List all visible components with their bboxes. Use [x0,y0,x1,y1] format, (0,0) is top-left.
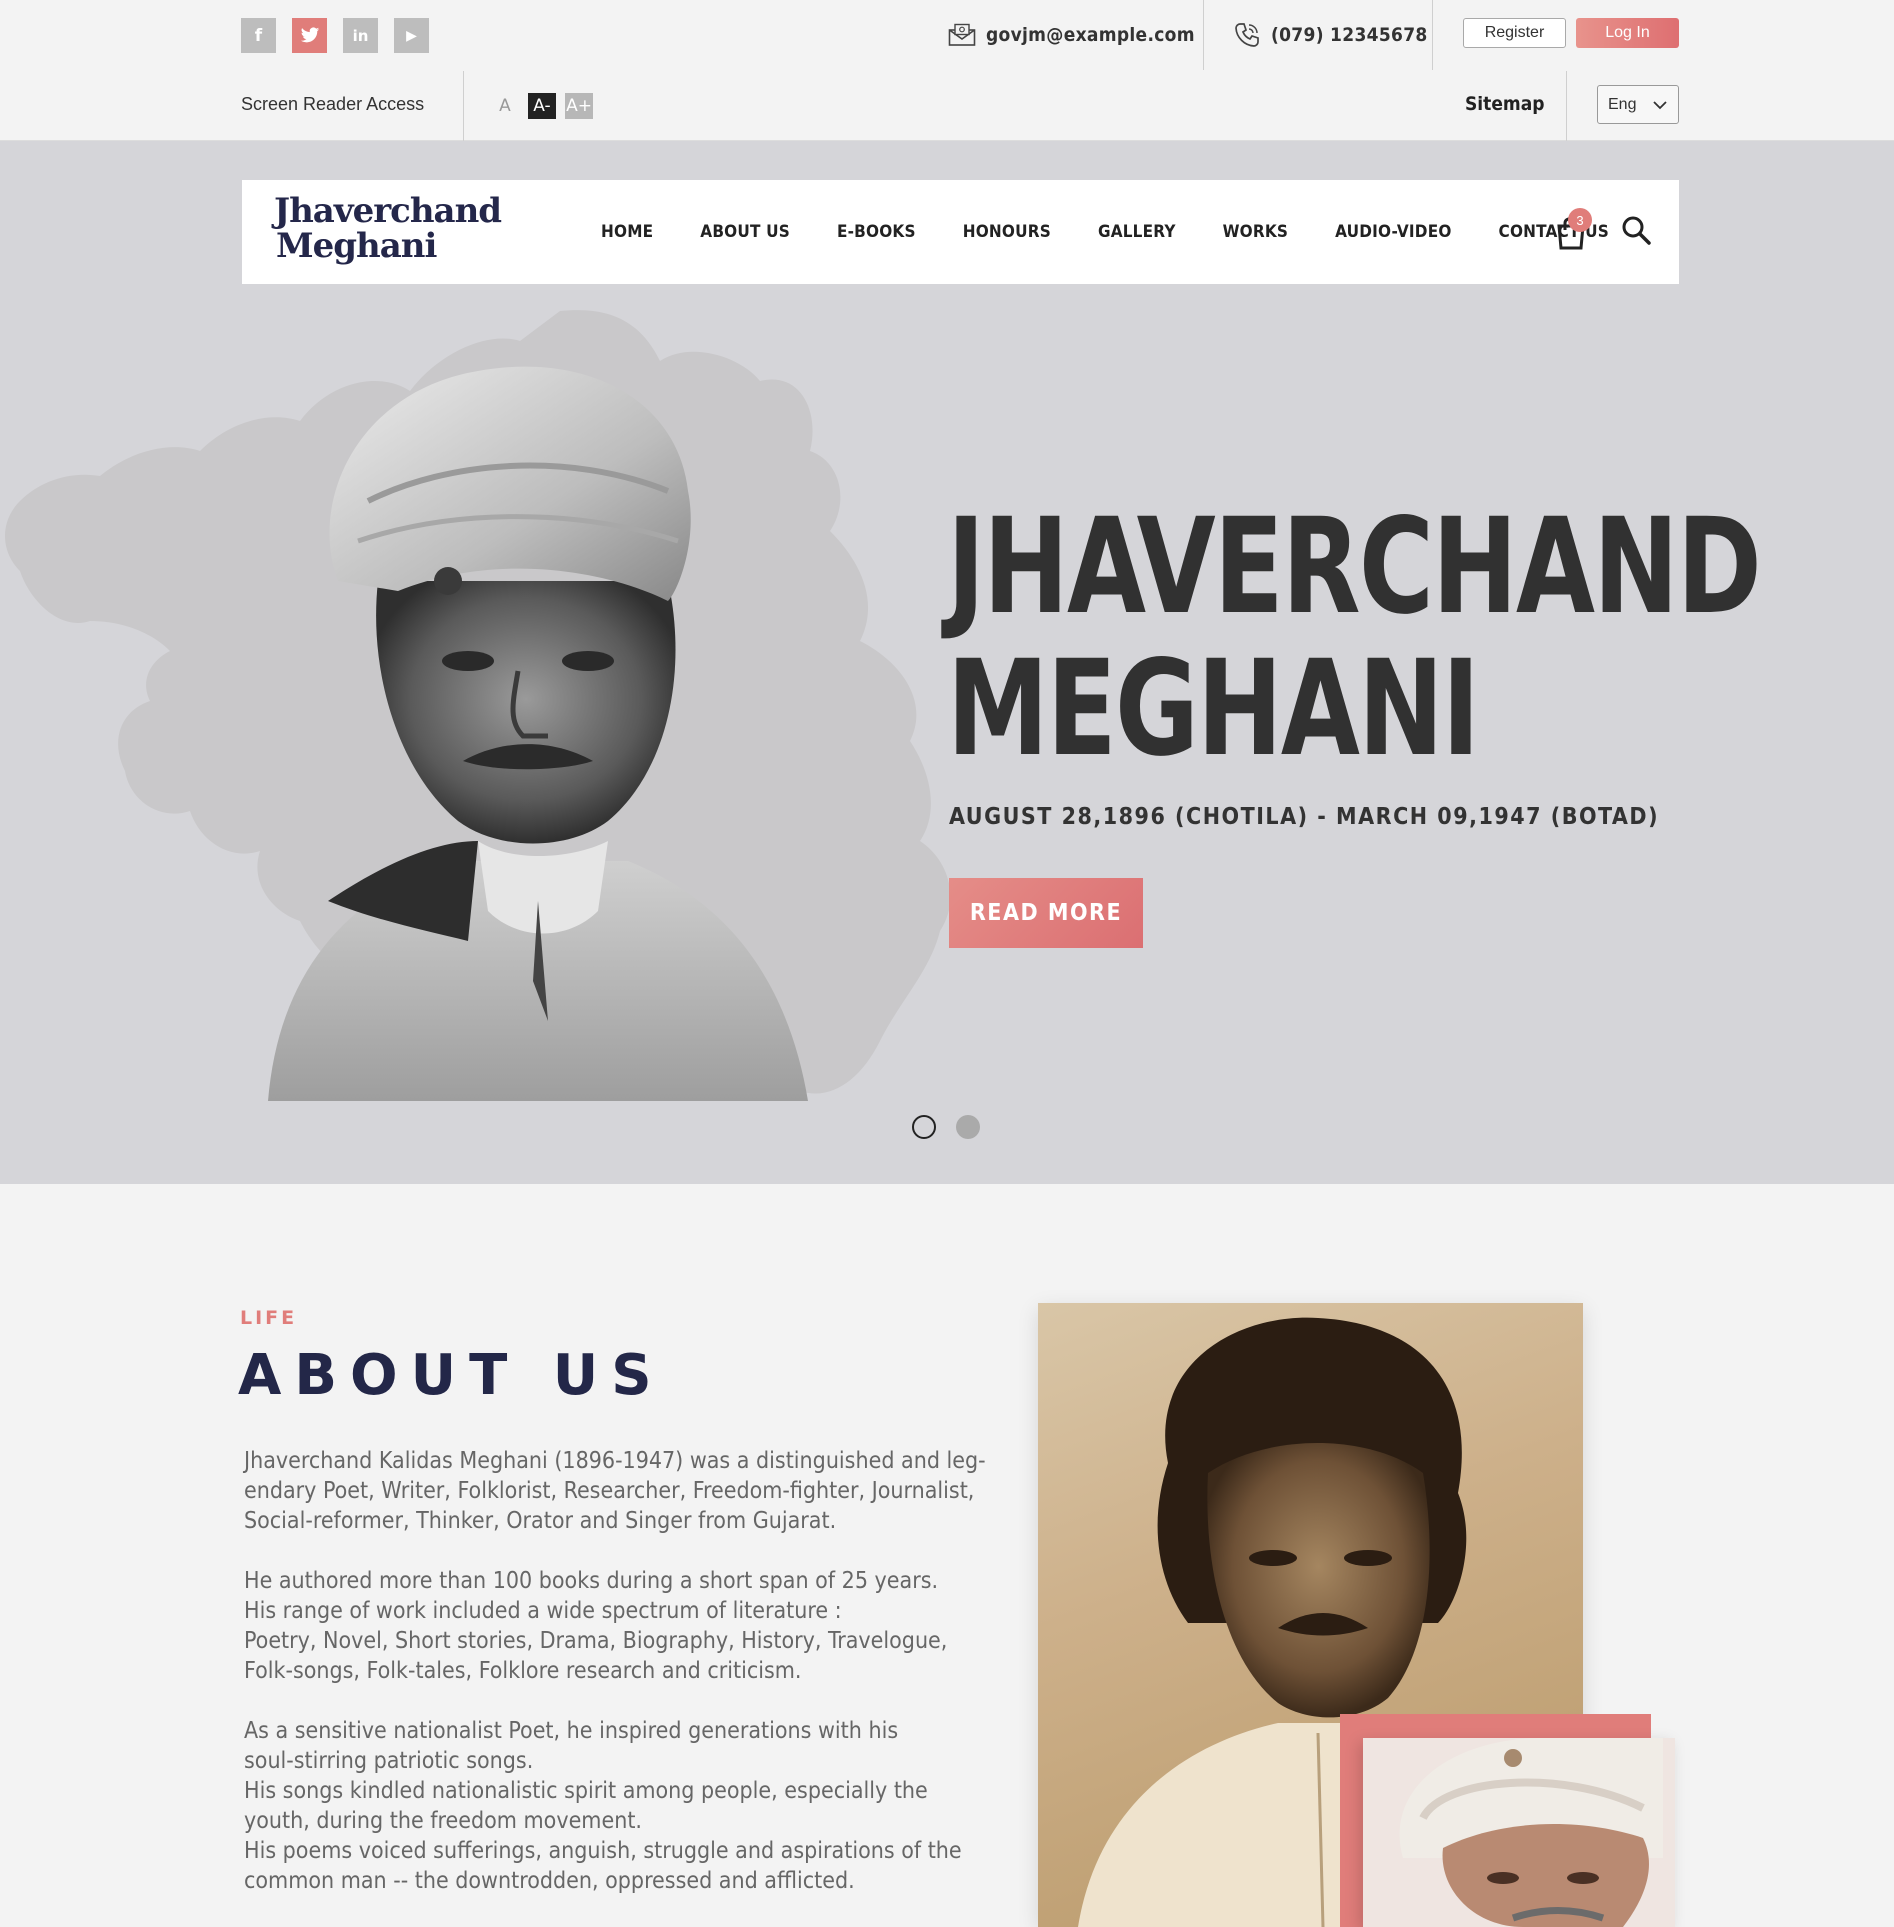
youtube-icon[interactable]: ▶ [394,18,429,53]
chevron-down-icon [1653,101,1667,110]
email-contact[interactable]: govjm@example.com [948,0,1195,70]
nav-menu: HOME ABOUT US E-BOOKS HONOURS GALLERY WO… [601,180,1656,284]
about-line: Folk-songs, Folk-tales, Folklore researc… [244,1658,802,1684]
slide-dot-2[interactable] [956,1115,980,1139]
font-size-decrease-button[interactable]: A- [528,93,556,119]
email-text[interactable]: govjm@example.com [986,24,1195,46]
phone-text[interactable]: (079) 12345678 [1271,24,1428,46]
hero-title-line-1: JHAVERCHAND [947,490,1762,644]
top-bar: f in ▶ govjm@example.com (079) 12345678 … [0,0,1894,141]
hero-dates: AUGUST 28,1896 (CHOTILA) - MARCH 09,1947… [949,804,1660,830]
about-line: endary Poet, Writer, Folklorist, Researc… [244,1478,975,1504]
about-line: His poems voiced sufferings, anguish, st… [244,1838,962,1864]
search-icon[interactable] [1621,215,1651,245]
sitemap-link[interactable]: Sitemap [1465,93,1545,115]
hero-title: JHAVERCHAND MEGHANI [947,490,1762,786]
nav-item-about-us[interactable]: ABOUT US [700,222,790,242]
about-line: Social-reformer, Thinker, Orator and Sin… [244,1508,837,1534]
about-line: Poetry, Novel, Short stories, Drama, Bio… [244,1628,948,1654]
linkedin-icon[interactable]: in [343,18,378,53]
nav-item-e-books[interactable]: E-BOOKS [837,222,916,242]
site-logo[interactable]: Jhaverchand Meghani [274,191,502,266]
nav-item-works[interactable]: WORKS [1223,222,1289,242]
nav-item-gallery[interactable]: GALLERY [1098,222,1176,242]
about-line: He authored more than 100 books during a… [244,1568,939,1594]
about-paragraph-3: As a sensitive nationalist Poet, he insp… [244,1716,1004,1896]
slide-dot-1[interactable] [912,1115,936,1139]
social-links: f in ▶ [241,18,429,53]
facebook-icon[interactable]: f [241,18,276,53]
font-size-increase-button[interactable]: A+ [565,93,593,119]
twitter-icon[interactable] [292,18,327,53]
envelope-icon [948,23,976,47]
about-paragraph-2: He authored more than 100 books during a… [244,1566,1004,1686]
login-button[interactable]: Log In [1576,18,1679,48]
screen-reader-access-link[interactable]: Screen Reader Access [241,94,424,115]
nav-item-honours[interactable]: HONOURS [963,222,1051,242]
register-button[interactable]: Register [1463,18,1566,48]
about-line: Jhaverchand Kalidas Meghani (1896-1947) … [244,1448,986,1474]
language-select[interactable]: Eng [1597,85,1679,124]
font-size-controls: A A- A+ [491,93,593,119]
nav-item-home[interactable]: HOME [601,222,653,242]
hero-slider: Jhaverchand Meghani HOME ABOUT US E-BOOK… [0,141,1894,1184]
nav-item-audio-video[interactable]: AUDIO-VIDEO [1335,222,1451,242]
logo-line-1: Jhaverchand [274,191,502,231]
logo-line-2: Meghani [276,226,437,266]
font-size-normal-button[interactable]: A [491,93,519,119]
cart-count-badge: 3 [1568,208,1592,232]
about-line: As a sensitive nationalist Poet, he insp… [244,1718,899,1744]
slider-pagination [912,1115,980,1139]
language-selected: Eng [1608,95,1637,113]
about-line: common man -- the downtrodden, oppressed… [244,1868,855,1894]
about-kicker: LIFE [240,1307,298,1329]
phone-icon [1233,23,1261,47]
meghani-portrait-illustration [268,366,808,1101]
about-paragraph-1: Jhaverchand Kalidas Meghani (1896-1947) … [244,1446,1004,1536]
about-title: ABOUT US [238,1343,665,1408]
hero-title-line-2: MEGHANI [947,632,1480,786]
main-navigation: Jhaverchand Meghani HOME ABOUT US E-BOOK… [242,180,1679,284]
about-line: His songs kindled nationalistic spirit a… [244,1778,928,1804]
about-line: youth, during the freedom movement. [244,1808,642,1834]
about-text: Jhaverchand Kalidas Meghani (1896-1947) … [244,1446,1004,1926]
phone-contact[interactable]: (079) 12345678 [1233,0,1428,70]
about-line: His range of work included a wide spectr… [244,1598,842,1624]
about-line: soul-stirring patriotic songs. [244,1748,534,1774]
read-more-button[interactable]: READ MORE [949,878,1143,948]
turban-portrait-photo [1363,1738,1675,1927]
